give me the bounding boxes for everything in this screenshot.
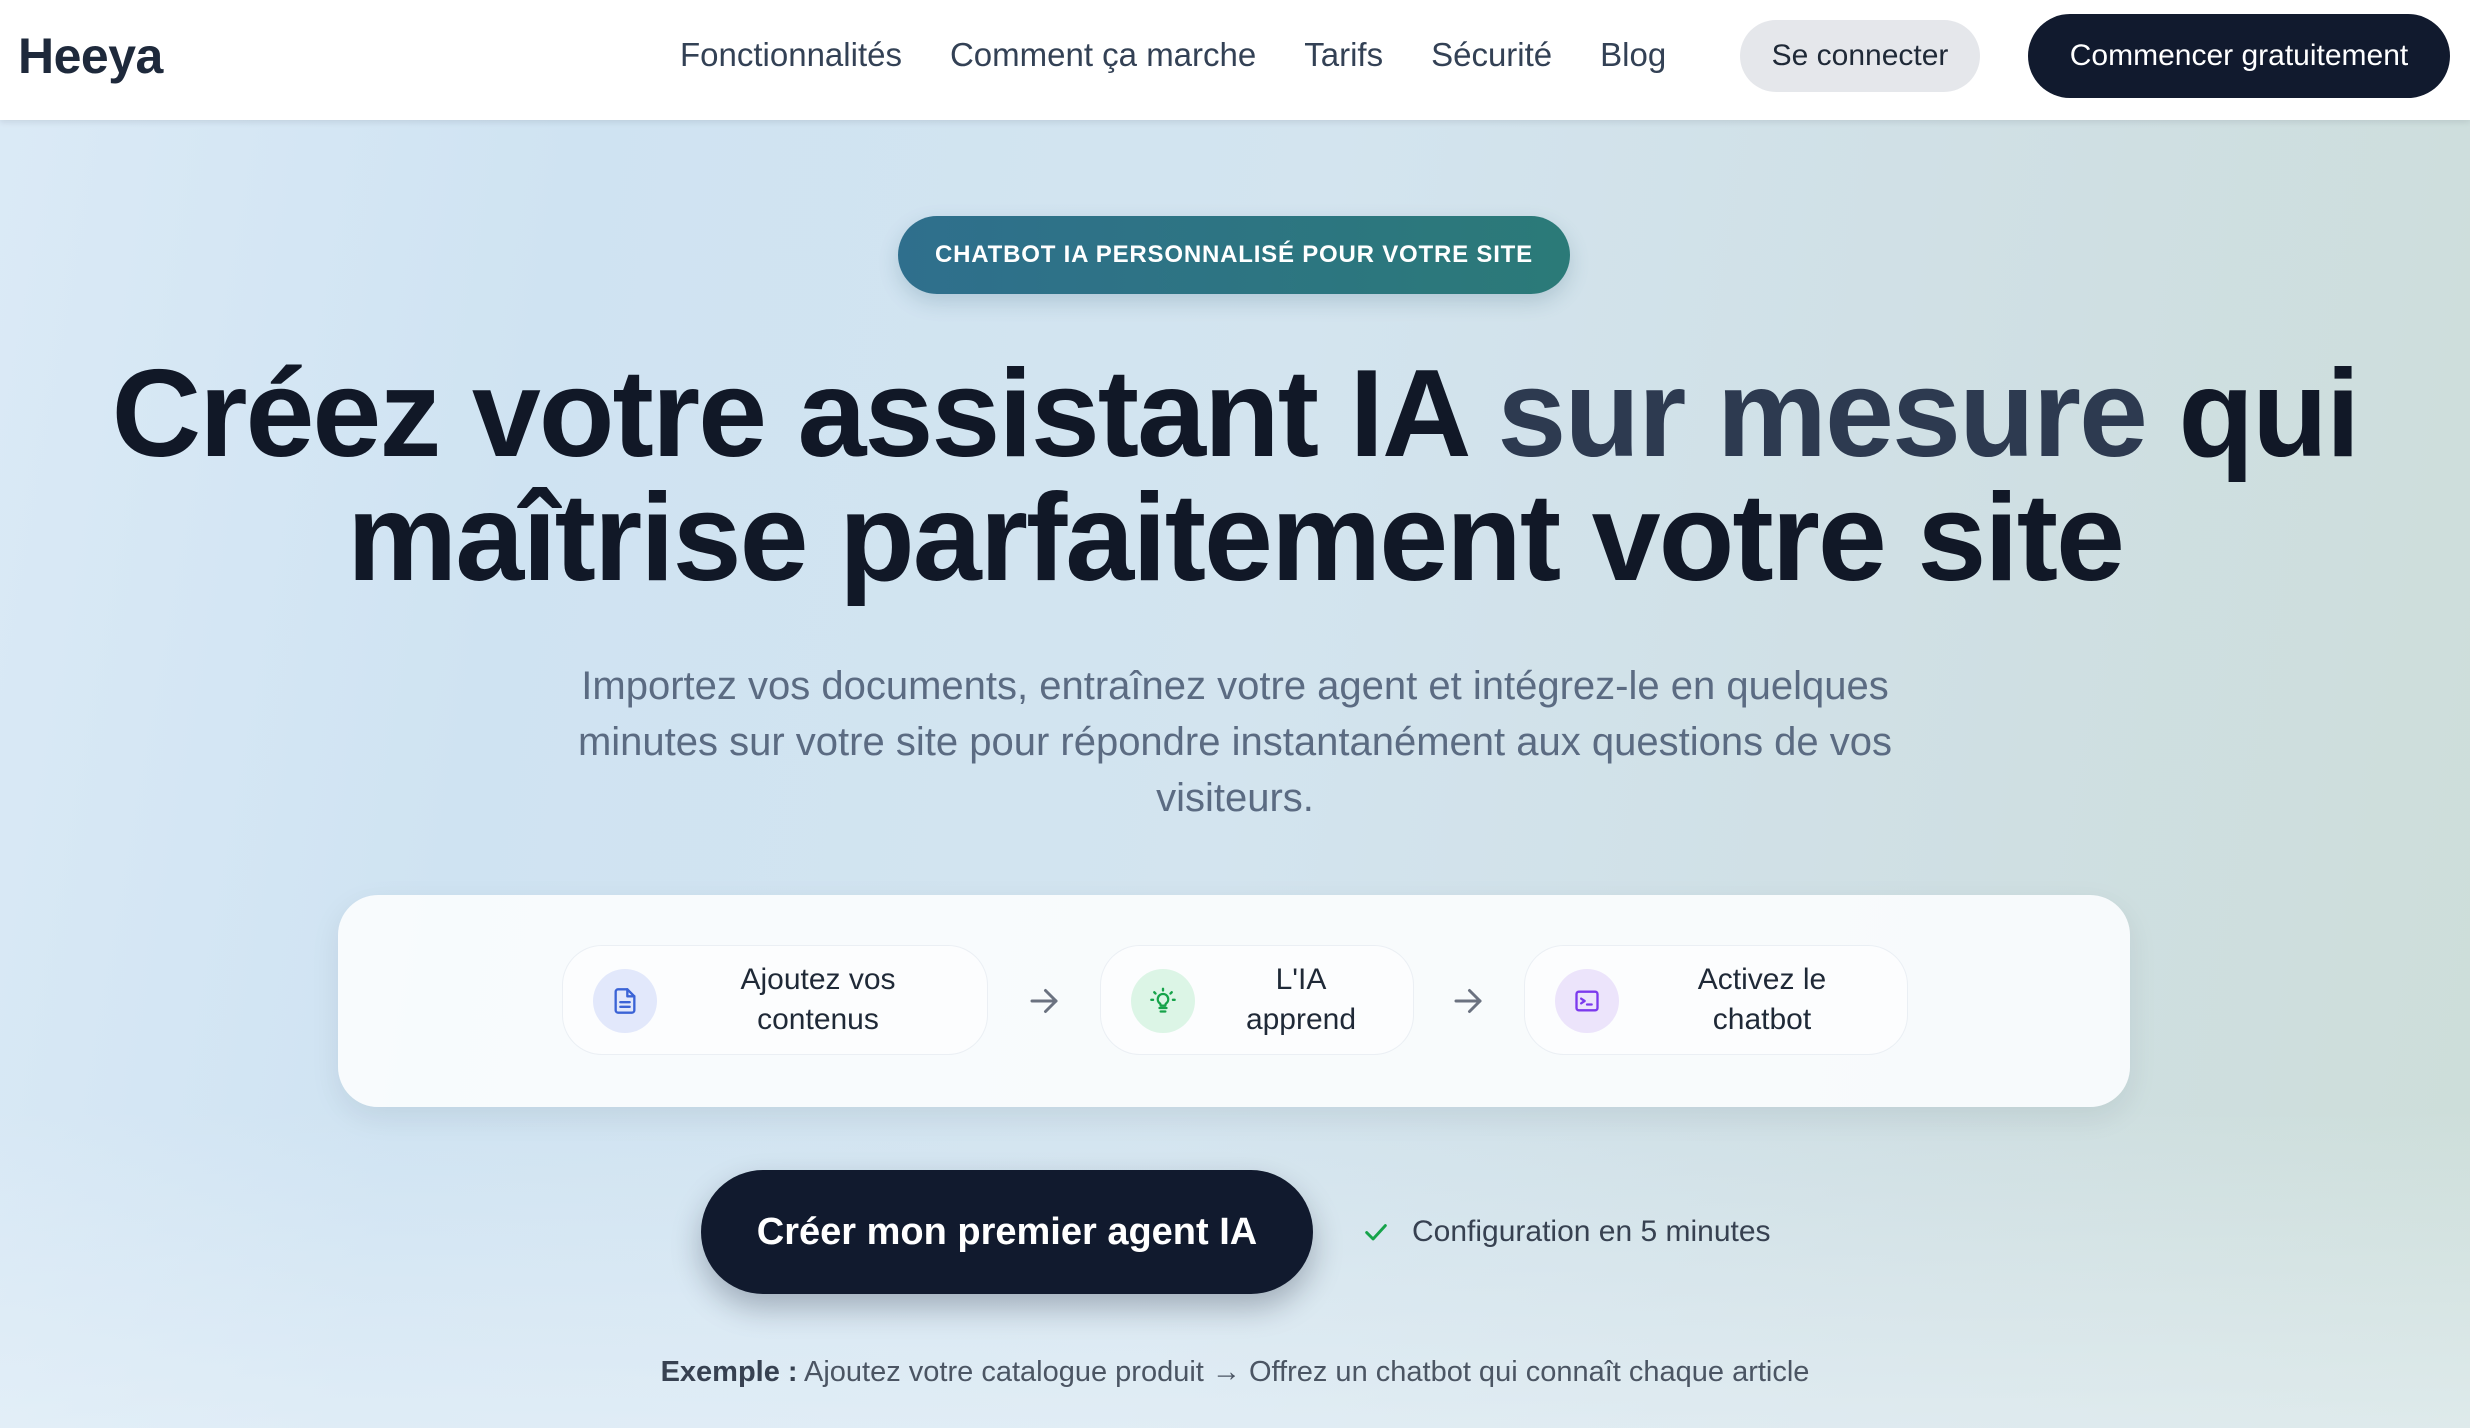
- lightbulb-icon: [1131, 969, 1195, 1033]
- config-note-text: Configuration en 5 minutes: [1412, 1215, 1771, 1248]
- top-navbar: Heeya Fonctionnalités Comment ça marche …: [0, 0, 2470, 120]
- start-free-button[interactable]: Commencer gratuitement: [2028, 14, 2450, 98]
- step-label-line: contenus: [757, 1003, 879, 1036]
- login-button[interactable]: Se connecter: [1740, 20, 1980, 92]
- step-label-line: L'IA: [1275, 963, 1327, 996]
- hero-subtitle: Importez vos documents, entraînez votre …: [577, 664, 1893, 820]
- headline-part-1: Créez votre assistant IA: [111, 345, 1498, 483]
- step-label-line: chatbot: [1712, 1003, 1812, 1036]
- step-label-line: Ajoutez vos: [740, 963, 896, 996]
- brand-logo[interactable]: Heeya: [18, 24, 163, 88]
- headline-part-2: qui: [2145, 345, 2360, 483]
- main-nav: Fonctionnalités Comment ça marche Tarifs…: [680, 30, 1714, 80]
- nav-link-security[interactable]: Sécurité: [1431, 36, 1552, 74]
- example-text: Ajoutez votre catalogue produit → Offrez…: [797, 1356, 1810, 1388]
- step-activate-chatbot: Activez le chatbot: [1524, 945, 1908, 1055]
- headline-accent: sur mesure: [1497, 345, 2148, 483]
- document-icon: [593, 969, 657, 1033]
- config-note: Configuration en 5 minutes: [1362, 1210, 1771, 1254]
- example-line: Exemple : Ajoutez votre catalogue produi…: [0, 1356, 2470, 1389]
- example-prefix: Exemple :: [660, 1356, 798, 1388]
- nav-link-how-it-works[interactable]: Comment ça marche: [950, 36, 1256, 74]
- headline-line-1: Créez votre assistant IA sur mesure qui: [0, 352, 2470, 476]
- step-ai-learns: L'IA apprend: [1100, 945, 1414, 1055]
- step-label: L'IA apprend: [1221, 960, 1381, 1040]
- steps-card: Ajoutez vos contenus L'IA apprend Active…: [338, 895, 2130, 1107]
- hero-section: CHATBOT IA PERSONNALISÉ POUR VOTRE SITE …: [0, 120, 2470, 1428]
- nav-link-pricing[interactable]: Tarifs: [1304, 36, 1383, 74]
- step-add-content: Ajoutez vos contenus: [562, 945, 988, 1055]
- nav-link-blog[interactable]: Blog: [1600, 36, 1666, 74]
- hero-headline: Créez votre assistant IA sur mesure qui …: [0, 352, 2470, 600]
- step-label-line: apprend: [1245, 1003, 1357, 1036]
- headline-line-2: maîtrise parfaitement votre site: [346, 469, 2125, 607]
- step-label: Activez le chatbot: [1647, 960, 1877, 1040]
- step-label: Ajoutez vos contenus: [683, 960, 953, 1040]
- create-agent-button[interactable]: Créer mon premier agent IA: [701, 1170, 1313, 1294]
- nav-link-features[interactable]: Fonctionnalités: [680, 36, 902, 74]
- check-icon: [1365, 1224, 1387, 1241]
- landing-page: Heeya Fonctionnalités Comment ça marche …: [0, 0, 2470, 1428]
- arrow-right-icon: [1030, 989, 1058, 1013]
- hero-badge: CHATBOT IA PERSONNALISÉ POUR VOTRE SITE: [898, 216, 1570, 294]
- step-label-line: Activez le: [1697, 963, 1827, 996]
- arrow-right-icon: [1454, 989, 1482, 1013]
- terminal-icon: [1555, 969, 1619, 1033]
